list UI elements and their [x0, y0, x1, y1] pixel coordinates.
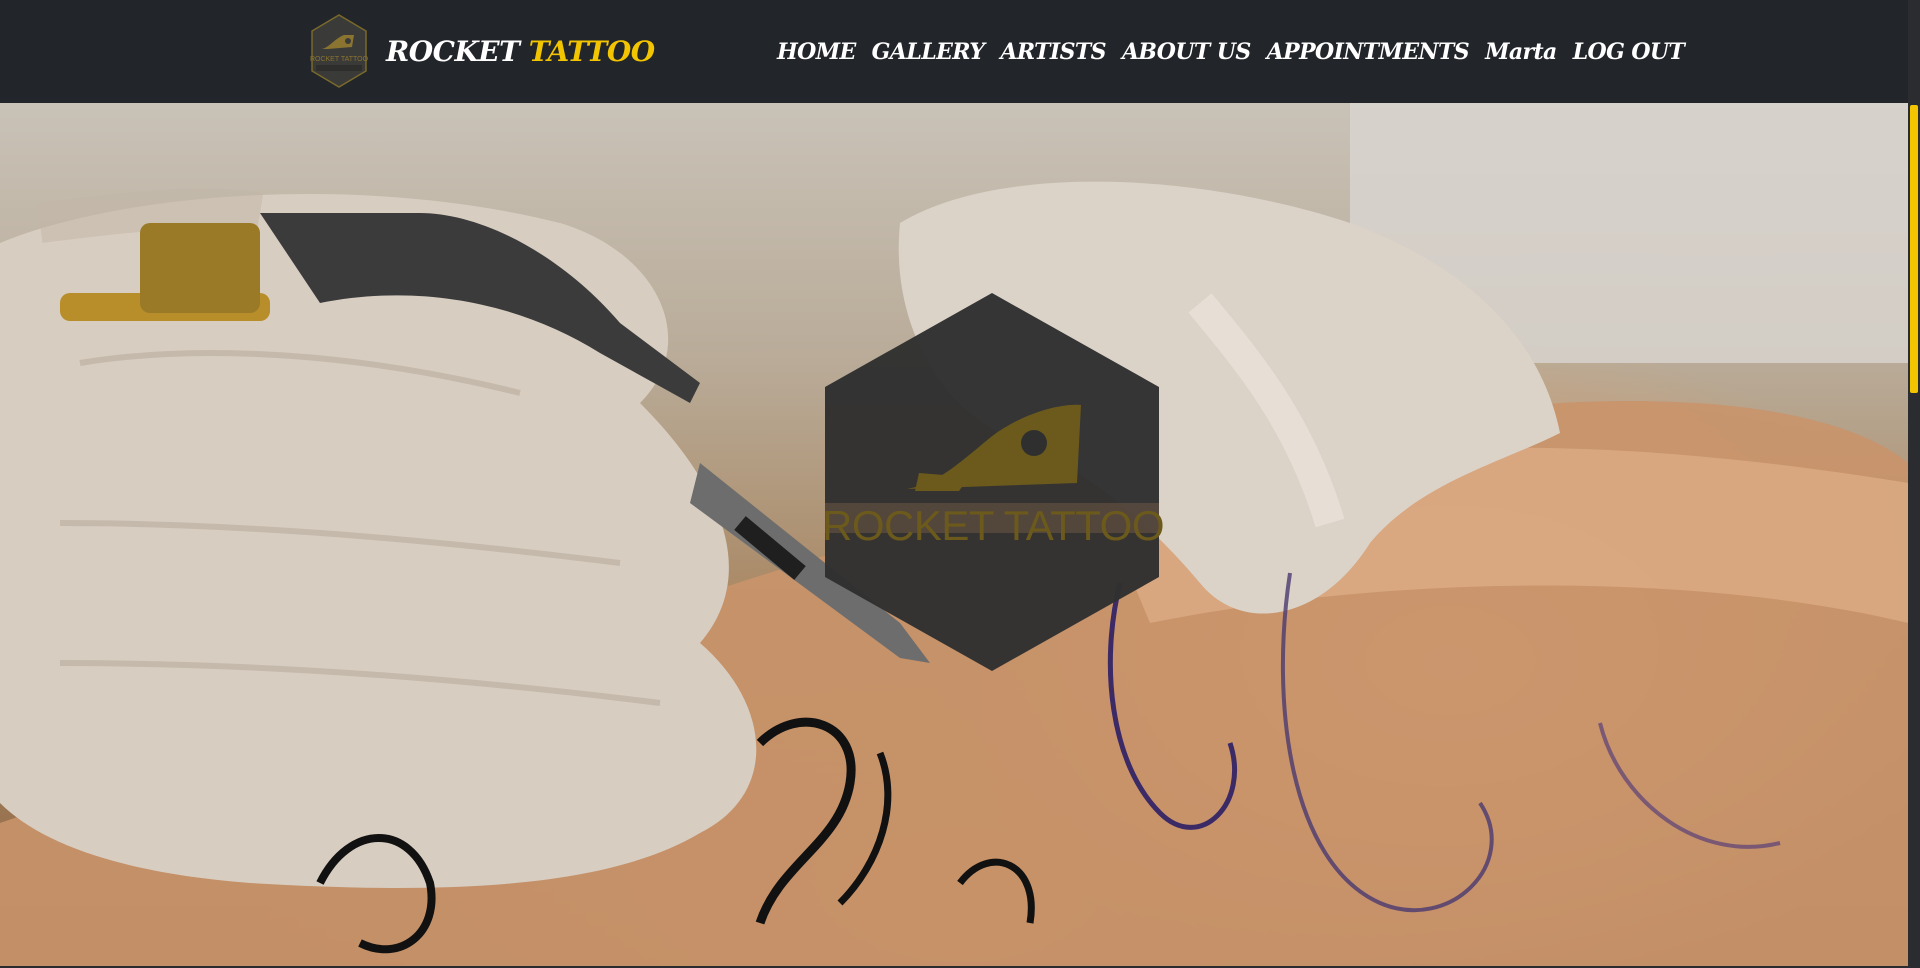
- page-scrollbar[interactable]: [1908, 0, 1920, 968]
- nav-link-logout[interactable]: LOG OUT: [1573, 39, 1685, 65]
- nav-link-about-us[interactable]: ABOUT US: [1122, 39, 1251, 65]
- nav-link-appointments[interactable]: APPOINTMENTS: [1267, 39, 1470, 65]
- nav-link-user-profile[interactable]: Marta: [1485, 39, 1557, 65]
- nav-link-home[interactable]: HOME: [777, 39, 856, 65]
- brand-home-link[interactable]: ROCKET TATTOO ROCKET TATTOO: [310, 12, 655, 90]
- nav-link-gallery[interactable]: GALLERY: [872, 39, 985, 65]
- main-nav: HOME GALLERY ARTISTS ABOUT US APPOINTMEN…: [777, 0, 1685, 103]
- nav-item-logout: LOG OUT: [1573, 39, 1685, 65]
- brand-name: ROCKET TATTOO: [386, 35, 655, 68]
- brand-name-tattoo: TATTOO: [528, 34, 655, 68]
- rocket-tattoo-logo-icon: ROCKET TATTOO: [310, 14, 368, 88]
- nav-item-home: HOME: [777, 39, 856, 65]
- rocket-tattoo-emblem-icon: [825, 293, 1159, 671]
- nav-item-user: Marta: [1485, 39, 1557, 65]
- scrollbar-thumb[interactable]: [1910, 105, 1918, 393]
- nav-item-gallery: GALLERY: [872, 39, 985, 65]
- nav-item-appointments: APPOINTMENTS: [1267, 39, 1470, 65]
- hero-emblem-text: ROCKET TATTOO: [822, 502, 1165, 549]
- svg-text:ROCKET TATTOO: ROCKET TATTOO: [310, 56, 368, 63]
- hero-banner: ROCKET TATTOO: [0, 103, 1908, 966]
- nav-link-artists[interactable]: ARTISTS: [1000, 39, 1106, 65]
- nav-item-about-us: ABOUT US: [1122, 39, 1251, 65]
- brand-name-rocket: ROCKET: [386, 34, 520, 68]
- top-navbar: ROCKET TATTOO ROCKET TATTOO HOME GALLERY…: [0, 0, 1908, 103]
- nav-item-artists: ARTISTS: [1000, 39, 1106, 65]
